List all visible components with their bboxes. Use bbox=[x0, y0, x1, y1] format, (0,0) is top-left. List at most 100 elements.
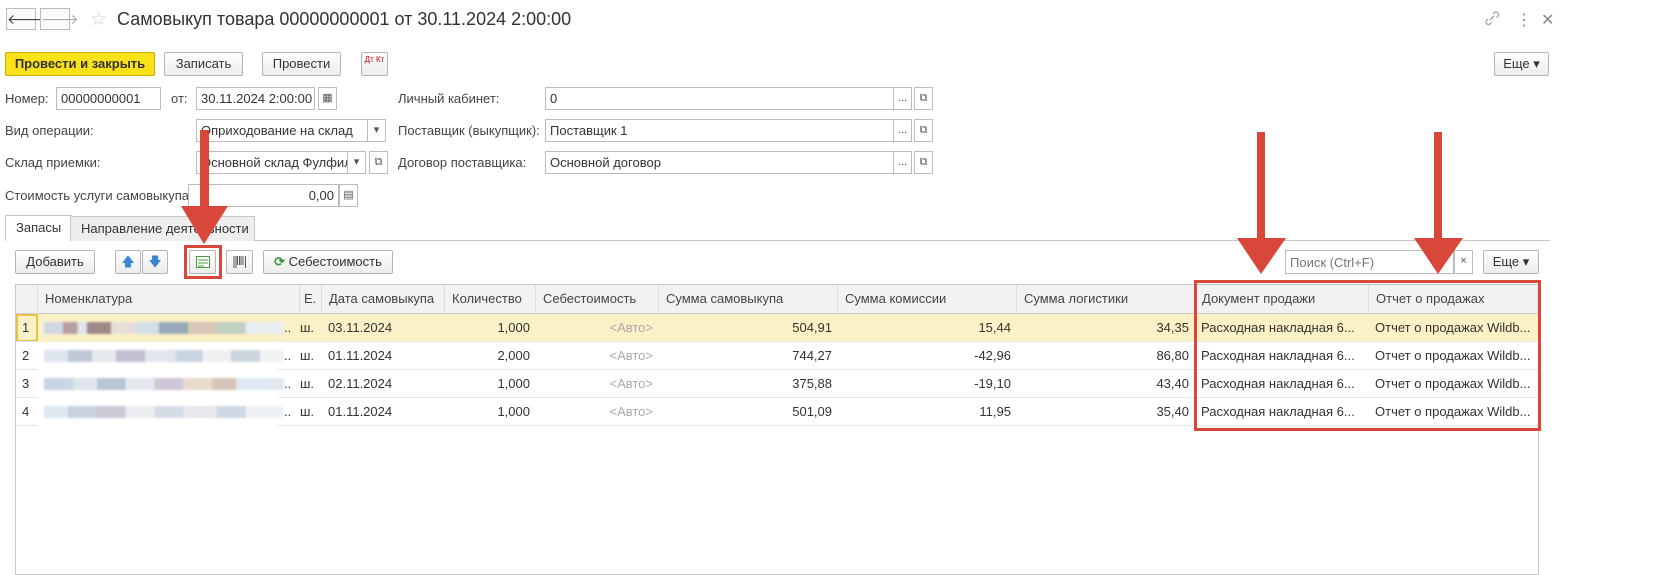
open-icon[interactable]: ⧉ bbox=[914, 151, 933, 174]
cell-cost: <Авто> bbox=[536, 314, 659, 342]
barcode-button[interactable] bbox=[226, 250, 253, 274]
back-button[interactable]: 🡐 bbox=[6, 8, 45, 30]
row-number: 1 bbox=[16, 314, 38, 342]
cell-logistics: 86,80 bbox=[1017, 342, 1195, 370]
move-up-button[interactable]: 🡅 bbox=[115, 250, 141, 274]
blurred-nomenclature bbox=[44, 322, 284, 334]
arrow-up-icon: 🡅 bbox=[121, 254, 135, 269]
calendar-icon[interactable]: ▦ bbox=[318, 87, 337, 110]
column-header[interactable]: Сумма самовыкупа bbox=[659, 285, 838, 314]
column-header[interactable]: Е. bbox=[300, 285, 322, 314]
page-title: Самовыкуп товара 00000000001 от 30.11.20… bbox=[117, 9, 572, 29]
blurred-nomenclature bbox=[44, 406, 284, 418]
cell-sum: 501,09 bbox=[659, 398, 838, 426]
column-header[interactable]: Дата самовыкупа bbox=[322, 285, 445, 314]
blurred-nomenclature bbox=[44, 378, 284, 390]
cell-logistics: 35,40 bbox=[1017, 398, 1195, 426]
row-number: 2 bbox=[16, 342, 38, 370]
supplier-field[interactable]: Поставщик 1 bbox=[545, 119, 894, 142]
post-button[interactable]: Провести bbox=[262, 52, 341, 76]
favorite-star-icon[interactable]: ☆ bbox=[90, 8, 107, 31]
menu-icon[interactable]: ⋮ bbox=[1516, 10, 1532, 30]
cell-commission: 11,95 bbox=[838, 398, 1017, 426]
open-icon[interactable]: ⧉ bbox=[369, 151, 388, 174]
date-field[interactable]: 30.11.2024 2:00:00 bbox=[196, 87, 315, 110]
blurred-nomenclature bbox=[44, 350, 284, 362]
cell-sum: 744,27 bbox=[659, 342, 838, 370]
post-and-close-button[interactable]: Провести и закрыть bbox=[5, 52, 155, 76]
open-icon[interactable]: ⧉ bbox=[914, 119, 933, 142]
row-number: 4 bbox=[16, 398, 38, 426]
dt-kt-icon: Дт Кт bbox=[364, 55, 385, 64]
date-label: от: bbox=[171, 91, 188, 106]
op-type-label: Вид операции: bbox=[5, 123, 94, 138]
tab-stocks[interactable]: Запасы bbox=[5, 215, 73, 241]
cell-unit: ш. bbox=[294, 342, 322, 370]
cell-qty: 1,000 bbox=[445, 370, 536, 398]
arrow-left-icon: 🡐 bbox=[7, 11, 45, 27]
annotation-arrow bbox=[181, 130, 228, 244]
number-label: Номер: bbox=[5, 91, 49, 106]
annotation-box bbox=[1194, 280, 1541, 431]
cost-button[interactable]: ⟳ Себестоимость bbox=[263, 250, 393, 274]
more-button[interactable]: Еще ▾ bbox=[1494, 52, 1549, 76]
cell-date: 02.11.2024 bbox=[322, 370, 445, 398]
column-header[interactable]: Сумма комиссии bbox=[838, 285, 1017, 314]
cell-unit: ш. bbox=[294, 314, 322, 342]
cell-date: 03.11.2024 bbox=[322, 314, 445, 342]
select-icon[interactable]: ... bbox=[893, 151, 912, 174]
move-down-button[interactable]: 🡇 bbox=[142, 250, 168, 274]
service-cost-label: Стоимость услуги самовыкупа: bbox=[5, 188, 193, 203]
column-header[interactable]: Номенклатура bbox=[38, 285, 300, 314]
calculator-icon[interactable]: ▤ bbox=[339, 184, 358, 207]
table-more-button[interactable]: Еще ▾ bbox=[1483, 250, 1539, 274]
number-field[interactable]: 00000000001 bbox=[56, 87, 161, 110]
cell-commission: -19,10 bbox=[838, 370, 1017, 398]
chevron-down-icon[interactable]: ▾ bbox=[367, 119, 386, 142]
contract-label: Договор поставщика: bbox=[398, 155, 527, 170]
column-header[interactable]: Количество bbox=[445, 285, 536, 314]
cell-logistics: 34,35 bbox=[1017, 314, 1195, 342]
cabinet-label: Личный кабинет: bbox=[398, 91, 500, 106]
cell-unit: ш. bbox=[294, 370, 322, 398]
column-header bbox=[16, 285, 38, 314]
open-icon[interactable]: ⧉ bbox=[914, 87, 933, 110]
select-icon[interactable]: ... bbox=[893, 87, 912, 110]
barcode-icon bbox=[233, 256, 246, 268]
cell-cost: <Авто> bbox=[536, 342, 659, 370]
select-icon[interactable]: ... bbox=[893, 119, 912, 142]
dt-kt-button[interactable]: Дт Кт bbox=[361, 52, 388, 76]
cell-qty: 2,000 bbox=[445, 342, 536, 370]
link-icon[interactable] bbox=[1484, 10, 1500, 31]
cell-commission: -42,96 bbox=[838, 342, 1017, 370]
annotation-box bbox=[184, 245, 222, 279]
column-header[interactable]: Сумма логистики bbox=[1017, 285, 1195, 314]
column-header[interactable]: Себестоимость bbox=[536, 285, 659, 314]
forward-button[interactable]: 🡒 bbox=[40, 8, 79, 30]
supplier-label: Поставщик (выкупщик): bbox=[398, 123, 540, 138]
annotation-arrow bbox=[1237, 132, 1286, 274]
cell-cost: <Авто> bbox=[536, 398, 659, 426]
close-icon[interactable]: ✕ bbox=[1541, 10, 1554, 30]
cell-date: 01.11.2024 bbox=[322, 398, 445, 426]
cell-sum: 504,91 bbox=[659, 314, 838, 342]
cell-date: 01.11.2024 bbox=[322, 342, 445, 370]
add-button[interactable]: Добавить bbox=[15, 250, 95, 274]
cell-qty: 1,000 bbox=[445, 314, 536, 342]
arrow-right-icon: 🡒 bbox=[41, 11, 79, 27]
chevron-down-icon[interactable]: ▾ bbox=[347, 151, 366, 174]
cell-cost: <Авто> bbox=[536, 370, 659, 398]
contract-field[interactable]: Основной договор bbox=[545, 151, 894, 174]
arrow-down-icon: 🡇 bbox=[148, 254, 162, 269]
cabinet-field[interactable]: 0 bbox=[545, 87, 894, 110]
refresh-icon: ⟳ bbox=[274, 254, 286, 269]
annotation-arrow bbox=[1414, 132, 1463, 274]
cell-logistics: 43,40 bbox=[1017, 370, 1195, 398]
cell-commission: 15,44 bbox=[838, 314, 1017, 342]
save-button[interactable]: Записать bbox=[164, 52, 243, 76]
cell-unit: ш. bbox=[294, 398, 322, 426]
cell-sum: 375,88 bbox=[659, 370, 838, 398]
warehouse-label: Склад приемки: bbox=[5, 155, 101, 170]
cost-button-label: Себестоимость bbox=[288, 254, 382, 269]
cell-qty: 1,000 bbox=[445, 398, 536, 426]
